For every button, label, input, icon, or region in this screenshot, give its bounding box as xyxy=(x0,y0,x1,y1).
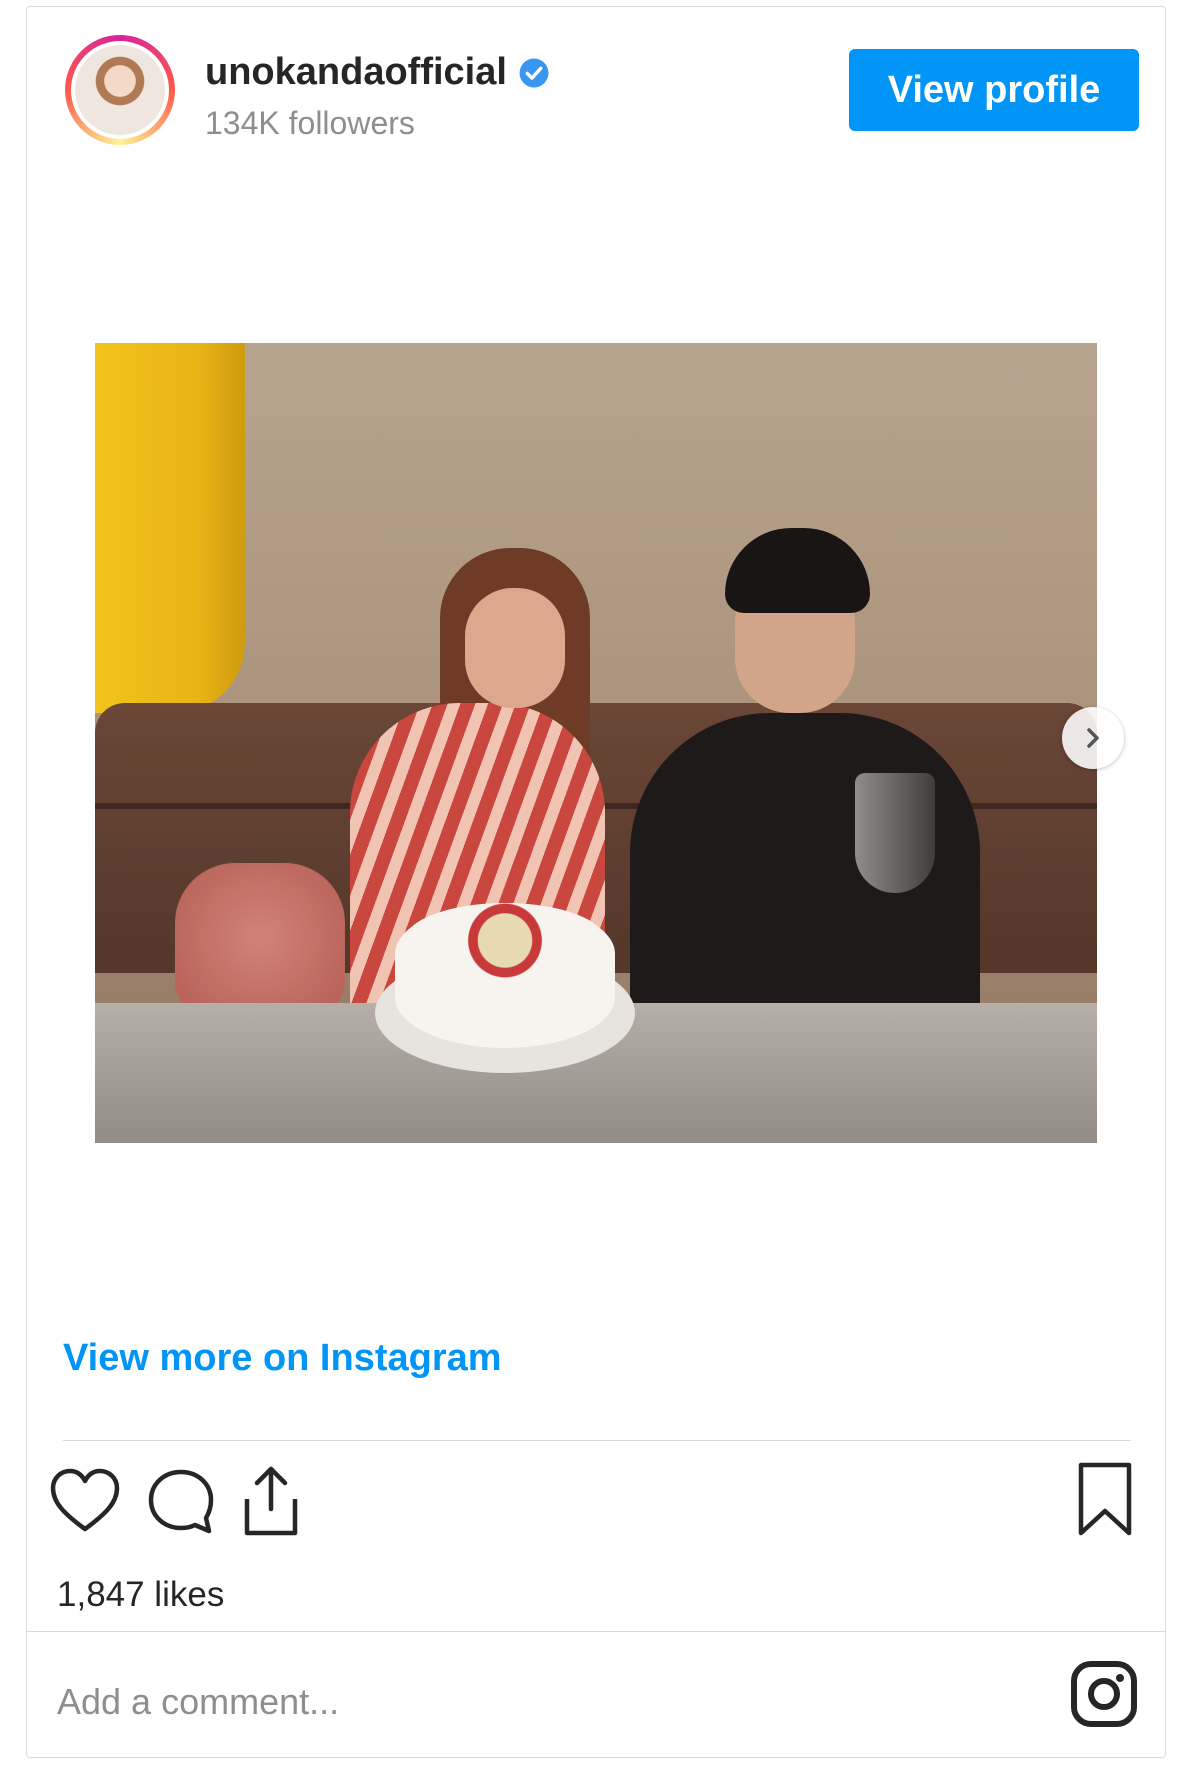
verified-badge-icon xyxy=(519,58,549,87)
bookmark-icon[interactable] xyxy=(1075,1461,1135,1539)
avatar-image xyxy=(75,45,165,135)
photo-lamp xyxy=(95,343,245,713)
view-more-link[interactable]: View more on Instagram xyxy=(63,1337,502,1380)
instagram-logo-icon[interactable] xyxy=(1069,1659,1139,1729)
chevron-right-icon xyxy=(1087,728,1099,748)
divider xyxy=(63,1440,1131,1441)
username-link[interactable]: unokandaofficial xyxy=(205,51,507,94)
photo-rose-handbag xyxy=(175,863,345,1013)
divider xyxy=(27,1631,1165,1632)
username-row: unokandaofficial xyxy=(205,51,551,94)
like-count: 1,847 likes xyxy=(57,1575,225,1614)
photo-cake-top xyxy=(405,903,605,978)
heart-icon[interactable] xyxy=(49,1467,121,1535)
comment-input[interactable]: Add a comment... xyxy=(57,1681,339,1723)
avatar-frame xyxy=(71,41,169,139)
follower-count: 134K followers xyxy=(205,105,415,141)
view-profile-button[interactable]: View profile xyxy=(849,49,1139,131)
photo-person-left-face xyxy=(465,588,565,708)
comment-icon[interactable] xyxy=(145,1467,217,1537)
post-header: unokandaofficial 134K followers View pro… xyxy=(27,7,1165,177)
instagram-embed-card: unokandaofficial 134K followers View pro… xyxy=(26,6,1166,1758)
carousel-next-button[interactable] xyxy=(1062,707,1124,769)
avatar[interactable] xyxy=(65,35,175,145)
action-bar xyxy=(27,1457,1165,1557)
share-icon[interactable] xyxy=(239,1463,303,1539)
post-photo[interactable] xyxy=(95,343,1097,1143)
photo-wine-glass xyxy=(855,773,935,893)
